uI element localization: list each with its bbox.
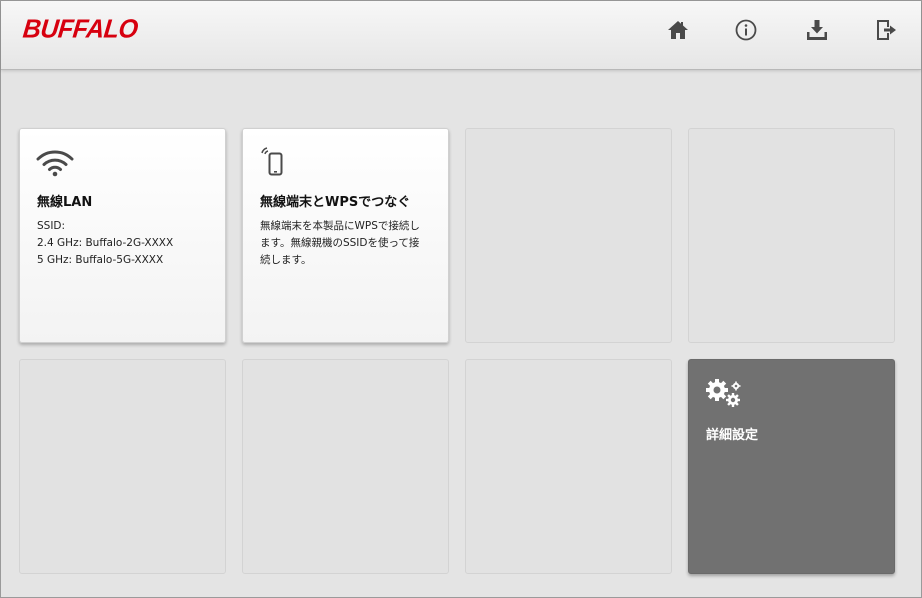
empty-tile <box>688 128 895 343</box>
tile-title: 無線LAN <box>37 195 93 210</box>
ssid-label: SSID: <box>37 220 66 232</box>
tile-description: 無線端末を本製品にWPSで接続し ます。無線親機のSSIDを使って接 続します。 <box>260 218 438 269</box>
empty-tile <box>242 359 449 574</box>
wifi-icon <box>36 150 74 177</box>
buffalo-logo: BUFFALO <box>21 14 140 44</box>
tile-title: 詳細設定 <box>706 428 759 443</box>
top-header: BUFFALO <box>1 1 921 70</box>
download-icon <box>807 20 827 40</box>
logout-button[interactable] <box>873 17 899 43</box>
empty-tile <box>465 359 672 574</box>
info-icon <box>735 19 757 41</box>
advanced-settings-tile[interactable]: 詳細設定 <box>688 359 895 574</box>
empty-tile <box>465 128 672 343</box>
home-icon <box>668 21 688 39</box>
download-button[interactable] <box>804 17 830 43</box>
tile-title: 無線端末とWPSでつなぐ <box>260 195 411 210</box>
empty-tile <box>19 359 226 574</box>
logout-icon <box>877 20 896 40</box>
ssid-info: SSID: 2.4 GHz: Buffalo-2G-XXXX 5 GHz: Bu… <box>37 218 215 269</box>
ssid-2g: 2.4 GHz: Buffalo-2G-XXXX <box>37 237 174 249</box>
info-button[interactable] <box>733 17 759 43</box>
gears-icon <box>706 379 741 407</box>
description-line: 続します。 <box>260 254 312 266</box>
description-line: ます。無線親機のSSIDを使って接 <box>260 237 420 249</box>
smartphone-wireless-icon <box>261 147 283 176</box>
ssid-5g: 5 GHz: Buffalo-5G-XXXX <box>37 254 164 266</box>
wireless-lan-tile[interactable]: 無線LAN SSID: 2.4 GHz: Buffalo-2G-XXXX 5 G… <box>19 128 226 343</box>
description-line: 無線端末を本製品にWPSで接続し <box>260 220 420 232</box>
home-button[interactable] <box>665 17 691 43</box>
wps-connect-tile[interactable]: 無線端末とWPSでつなぐ 無線端末を本製品にWPSで接続し ます。無線親機のSS… <box>242 128 449 343</box>
